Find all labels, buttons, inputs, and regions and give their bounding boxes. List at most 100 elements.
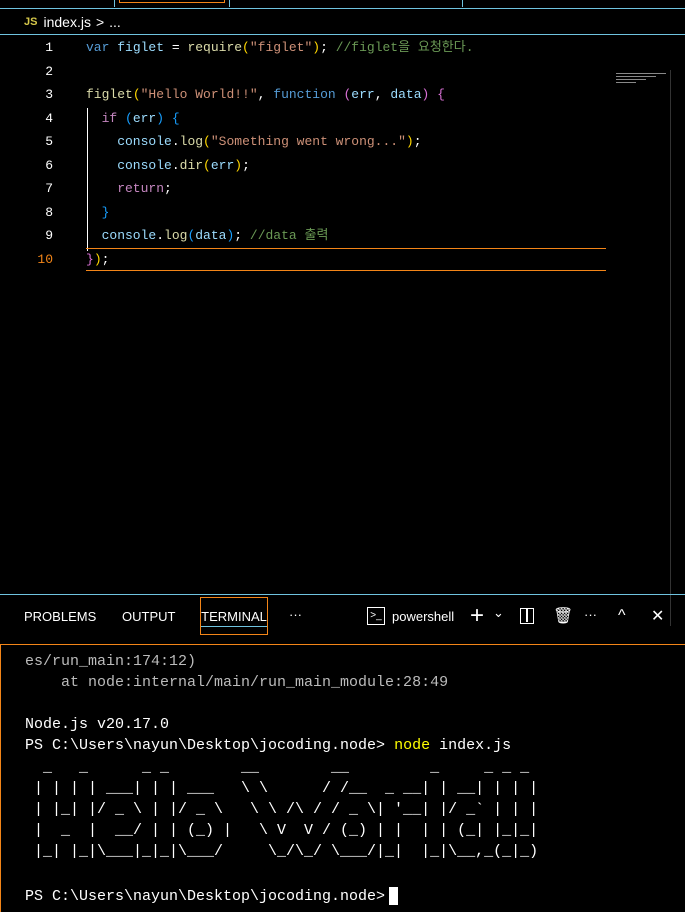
code-line[interactable]: 8 }	[0, 201, 610, 225]
code-line[interactable]: 7 return;	[0, 177, 610, 201]
code-line[interactable]: 6 console.dir(err);	[0, 154, 610, 178]
prompt: PS C:\Users\nayun\Desktop\jocoding.node>	[25, 737, 395, 754]
code-text: console.log(data); //data 출력	[86, 224, 329, 248]
code-token: err	[132, 110, 157, 126]
tab-problems[interactable]: PROBLEMS	[24, 609, 96, 624]
code-token: return	[86, 181, 165, 196]
code-text: if (err) {	[86, 107, 180, 131]
minimap[interactable]	[616, 73, 666, 93]
line-number: 5	[45, 134, 53, 149]
code-line[interactable]: 9 console.log(data); //data 출력	[0, 224, 610, 248]
code-token: (	[242, 40, 250, 55]
scrollbar[interactable]	[670, 70, 671, 626]
figlet-output: _ _ _ _ __ __ _ _ _ _ | | | | ___| | | _…	[34, 759, 539, 860]
code-text: console.log("Something went wrong...");	[86, 130, 422, 154]
code-token: ,	[374, 87, 391, 102]
code-token: console	[86, 157, 172, 173]
terminal-cursor	[389, 887, 399, 906]
code-token: ;	[164, 181, 172, 196]
terminal-command-line: PS C:\Users\nayun\Desktop\jocoding.node>…	[25, 735, 511, 756]
command-args: index.js	[430, 737, 512, 754]
code-line[interactable]: 4 if (err) {	[0, 107, 610, 131]
code-token: err	[210, 157, 235, 173]
terminal-name[interactable]: powershell	[392, 609, 454, 624]
code-token: require	[187, 40, 243, 55]
split-terminal-button[interactable]	[520, 608, 534, 624]
code-token: "Something went wrong..."	[210, 134, 406, 149]
add-terminal-button[interactable]: +	[470, 602, 484, 630]
code-token: =	[164, 40, 188, 55]
bottom-panel: PROBLEMS OUTPUT TERMINAL ··· >_ powershe…	[0, 594, 685, 912]
code-token: (	[203, 157, 211, 173]
command: node	[394, 737, 431, 754]
code-token: .	[171, 134, 180, 149]
code-token: log	[179, 134, 204, 149]
terminal-icon: >_	[367, 607, 385, 625]
code-line[interactable]: 2	[0, 60, 610, 84]
editor-tab[interactable]	[114, 0, 230, 7]
js-file-icon: JS	[24, 16, 38, 28]
code-line[interactable]: 3 figlet("Hello World!!", function (err, …	[0, 83, 610, 107]
code-token: ;	[101, 251, 110, 267]
close-panel-button[interactable]: ✕	[651, 606, 664, 626]
tab-terminal[interactable]: TERMINAL	[200, 597, 268, 635]
tab-output[interactable]: OUTPUT	[122, 609, 175, 624]
code-token: var	[86, 40, 118, 55]
code-token: data	[390, 87, 422, 102]
code-token: console	[86, 134, 172, 149]
breadcrumb-file[interactable]: index.js	[43, 14, 90, 30]
code-text: console.dir(err);	[86, 154, 250, 178]
line-number: 3	[45, 87, 53, 102]
line-number: 4	[45, 110, 53, 126]
line-number: 2	[45, 63, 53, 79]
prompt: PS C:\Users\nayun\Desktop\jocoding.node>	[25, 888, 386, 905]
code-text: figlet("Hello World!!", function (err, d…	[86, 83, 445, 107]
code-token: (	[203, 134, 211, 149]
code-token: ;	[413, 134, 422, 149]
code-token: }	[86, 204, 110, 220]
trash-icon[interactable]: 🗑	[553, 606, 573, 626]
code-token: )	[234, 157, 243, 173]
chevron-down-icon[interactable]: ⌄	[493, 605, 504, 621]
tab-terminal-label: TERMINAL	[201, 609, 267, 627]
code-token: //data 출력	[249, 228, 329, 243]
code-token: (	[125, 110, 133, 126]
terminal[interactable]: es/run_main:174:12) at node:internal/mai…	[0, 644, 685, 912]
code-token: data	[195, 228, 227, 243]
code-line[interactable]: 10});	[0, 248, 610, 272]
code-token: dir	[179, 157, 204, 173]
code-token: //figlet을 요청한다.	[335, 40, 474, 55]
panel-more-button[interactable]: ···	[289, 607, 302, 622]
line-number: 9	[45, 228, 53, 243]
breadcrumb-symbols[interactable]: ...	[109, 14, 121, 30]
line-number: 10	[37, 251, 53, 267]
code-token: ;	[234, 228, 250, 243]
code-token: {	[171, 110, 180, 126]
code-token: if	[86, 110, 126, 126]
code-text: }	[86, 201, 110, 225]
code-editor[interactable]: 1 var figlet = require("figlet"); //figle…	[0, 35, 685, 626]
code-token: )	[93, 251, 102, 267]
line-number: 7	[45, 181, 53, 196]
code-token: function	[273, 87, 344, 102]
code-text: return;	[86, 177, 172, 201]
terminal-line: Node.js v20.17.0	[25, 716, 170, 733]
code-token: err	[351, 87, 375, 102]
code-token: ;	[320, 40, 336, 55]
editor-tab-strip	[0, 0, 685, 9]
code-token: console	[86, 228, 157, 243]
line-number: 1	[45, 40, 53, 55]
code-token: "Hello World!!"	[140, 87, 258, 102]
code-line[interactable]: 1 var figlet = require("figlet"); //figle…	[0, 36, 610, 60]
code-token: .	[171, 157, 180, 173]
more-actions-button[interactable]: ···	[584, 607, 597, 622]
line-number: 8	[45, 204, 53, 220]
code-line[interactable]: 5 console.log("Something went wrong...")…	[0, 130, 610, 154]
terminal-line: es/run_main:174:12)	[25, 653, 197, 670]
breadcrumb: JS index.js > ...	[0, 10, 685, 35]
line-number: 6	[45, 157, 53, 173]
maximize-panel-button[interactable]: ^	[618, 607, 626, 625]
code-token: }	[86, 251, 94, 267]
code-token: ,	[257, 87, 274, 102]
terminal-line: at node:internal/main/run_main_module:28…	[25, 674, 449, 691]
